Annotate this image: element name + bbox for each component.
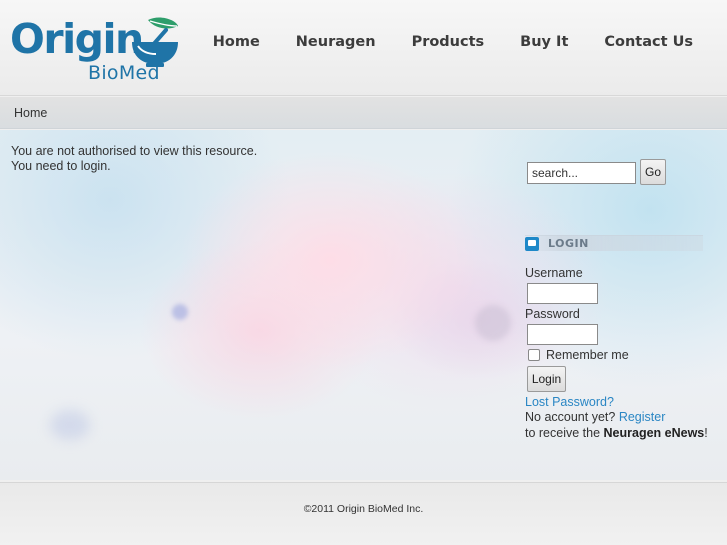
enews-suffix: !	[704, 426, 708, 440]
origin-biomed-logo[interactable]: Origin BioMed	[10, 14, 178, 88]
decorative-bokeh-dot	[172, 304, 188, 320]
chat-bubble-icon	[525, 237, 539, 251]
mortar-pestle-leaf-icon	[132, 17, 178, 67]
main-content: You are not authorised to view this reso…	[0, 130, 727, 480]
breadcrumb-current: Home	[14, 106, 48, 120]
enews-name: Neuragen eNews	[603, 426, 705, 440]
decorative-bokeh-dot	[50, 410, 90, 440]
nav-home[interactable]: Home	[195, 30, 278, 54]
password-label: Password	[525, 307, 580, 321]
login-button[interactable]: Login	[527, 366, 566, 392]
site-footer: ©2011 Origin BioMed Inc.	[0, 482, 727, 545]
remember-me-checkbox[interactable]	[528, 349, 540, 361]
search-input[interactable]	[527, 162, 636, 184]
message-line: You are not authorised to view this reso…	[11, 144, 258, 158]
register-link[interactable]: Register	[619, 410, 666, 424]
nav-products[interactable]: Products	[394, 30, 503, 54]
search-go-button[interactable]: Go	[640, 159, 666, 185]
page: Origin BioMed Home Neuragen Products Buy…	[0, 0, 727, 545]
logo-biomed-text: BioMed	[88, 62, 160, 84]
username-field[interactable]	[527, 283, 598, 304]
no-account-text: No account yet? Register	[525, 410, 665, 424]
password-field[interactable]	[527, 324, 598, 345]
login-module-heading: LOGIN	[525, 235, 703, 251]
decorative-bokeh-dot	[475, 305, 511, 341]
nav-buy-it[interactable]: Buy It	[502, 30, 586, 54]
breadcrumb: Home	[0, 97, 727, 129]
enews-prefix: to receive the	[525, 426, 601, 440]
logo-origin-text: Origin	[10, 15, 144, 63]
message-line: You need to login.	[11, 159, 111, 173]
nav-contact-us[interactable]: Contact Us	[586, 30, 711, 54]
nav-neuragen[interactable]: Neuragen	[278, 30, 394, 54]
enews-text: to receive the Neuragen eNews!	[525, 426, 708, 440]
no-account-prompt: No account yet?	[525, 410, 616, 424]
login-title: LOGIN	[548, 237, 589, 250]
remember-me-label: Remember me	[546, 348, 629, 362]
site-header: Origin BioMed Home Neuragen Products Buy…	[0, 0, 727, 96]
access-denied-message: You are not authorised to view this reso…	[11, 144, 257, 174]
username-label: Username	[525, 266, 583, 280]
copyright-text: ©2011 Origin BioMed Inc.	[303, 503, 424, 515]
lost-password-link[interactable]: Lost Password?	[525, 395, 614, 409]
main-nav: Home Neuragen Products Buy It Contact Us	[195, 30, 711, 54]
